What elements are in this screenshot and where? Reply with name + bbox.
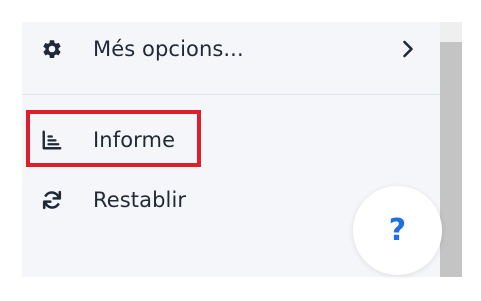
menu-item-report[interactable]: Informe [22,115,440,165]
scrollbar-track-top [440,22,462,42]
menu-item-more-options[interactable]: Més opcions... [22,24,440,74]
menu-item-label: Informe [93,128,176,152]
app-stage: Més opcions... Informe Restablir ? [0,0,481,301]
bar-chart-icon [40,128,64,152]
menu-item-label: Més opcions... [93,37,244,61]
help-icon: ? [388,212,407,248]
refresh-icon [40,188,64,212]
scrollbar[interactable] [440,22,462,277]
chevron-right-icon [400,37,416,61]
menu-divider [22,94,440,95]
help-button[interactable]: ? [353,186,442,275]
gear-icon [40,37,64,61]
menu-item-label: Restablir [93,188,187,212]
